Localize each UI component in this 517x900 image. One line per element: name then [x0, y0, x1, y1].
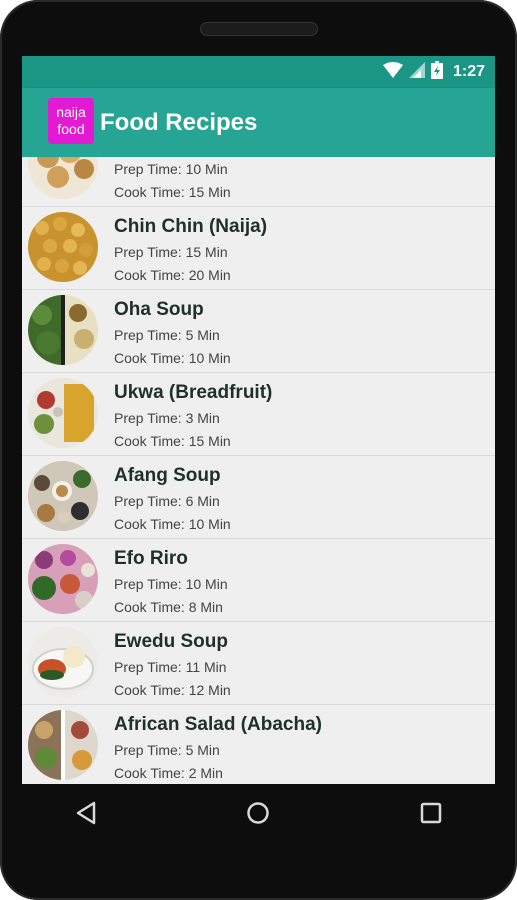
recipe-name: Chin Chin (Naija) [114, 216, 268, 237]
recipe-item[interactable]: Efo Riro Prep Time: 10 Min Cook Time: 8 … [22, 539, 495, 622]
recipe-name: Afang Soup [114, 465, 221, 486]
recipe-name: Ukwa (Breadfruit) [114, 382, 273, 403]
recipe-cook-time: Cook Time: 20 Min [114, 267, 231, 283]
recipe-thumbnail [28, 295, 98, 365]
status-bar: 1:27 [22, 56, 495, 88]
logo-line-1: naija [56, 104, 86, 120]
home-icon [246, 801, 270, 830]
recipe-cook-time: Cook Time: 10 Min [114, 516, 231, 532]
recipe-cook-time: Cook Time: 8 Min [114, 599, 223, 615]
recipe-name: African Salad (Abacha) [114, 714, 322, 735]
recipe-thumbnail [28, 378, 98, 448]
app-logo: naija food [48, 98, 94, 144]
recipe-name: Ewedu Soup [114, 631, 228, 652]
recipe-cook-time: Cook Time: 15 Min [114, 184, 231, 200]
recents-button[interactable] [401, 785, 461, 845]
battery-icon [430, 60, 443, 84]
recipe-prep-time: Prep Time: 6 Min [114, 493, 220, 509]
recipe-prep-time: Prep Time: 10 Min [114, 576, 228, 592]
recipe-cook-time: Cook Time: 12 Min [114, 682, 231, 698]
recipe-prep-time: Prep Time: 10 Min [114, 161, 228, 177]
back-button[interactable] [56, 785, 116, 845]
phone-frame: 1:27 naija food Food Recipes Prep Time: … [0, 0, 517, 900]
app-screen: 1:27 naija food Food Recipes Prep Time: … [22, 56, 495, 784]
recents-icon [420, 802, 442, 829]
recipe-item[interactable]: Afang Soup Prep Time: 6 Min Cook Time: 1… [22, 456, 495, 539]
signal-icon [408, 61, 425, 83]
recipe-thumbnail [28, 627, 98, 697]
back-icon [75, 801, 97, 830]
recipe-item[interactable]: Prep Time: 10 Min Cook Time: 15 Min [22, 157, 495, 207]
status-time: 1:27 [452, 63, 485, 80]
recipe-item[interactable]: African Salad (Abacha) Prep Time: 5 Min … [22, 705, 495, 784]
recipe-prep-time: Prep Time: 11 Min [114, 659, 227, 675]
phone-speaker [200, 22, 318, 36]
home-button[interactable] [228, 785, 288, 845]
recipe-thumbnail [28, 710, 98, 780]
app-bar: naija food Food Recipes [22, 88, 495, 157]
recipe-cook-time: Cook Time: 10 Min [114, 350, 231, 366]
recipe-cook-time: Cook Time: 15 Min [114, 433, 231, 449]
recipe-prep-time: Prep Time: 3 Min [114, 410, 220, 426]
recipe-thumbnail [28, 157, 98, 199]
app-title: Food Recipes [100, 109, 258, 136]
logo-line-2: food [57, 121, 85, 137]
recipe-thumbnail [28, 544, 98, 614]
recipe-prep-time: Prep Time: 5 Min [114, 742, 220, 758]
recipe-thumbnail [28, 212, 98, 282]
recipe-item[interactable]: Ukwa (Breadfruit) Prep Time: 3 Min Cook … [22, 373, 495, 456]
wifi-icon [382, 61, 403, 83]
recipe-item[interactable]: Oha Soup Prep Time: 5 Min Cook Time: 10 … [22, 290, 495, 373]
recipe-thumbnail [28, 461, 98, 531]
recipe-item[interactable]: Ewedu Soup Prep Time: 11 Min Cook Time: … [22, 622, 495, 705]
recipe-item[interactable]: Chin Chin (Naija) Prep Time: 15 Min Cook… [22, 207, 495, 290]
recipe-cook-time: Cook Time: 2 Min [114, 765, 223, 781]
recipe-list[interactable]: Prep Time: 10 Min Cook Time: 15 Min Chin… [22, 157, 495, 784]
recipe-prep-time: Prep Time: 15 Min [114, 244, 228, 260]
recipe-name: Oha Soup [114, 299, 204, 320]
navigation-bar [0, 784, 517, 846]
recipe-name: Efo Riro [114, 548, 188, 569]
recipe-prep-time: Prep Time: 5 Min [114, 327, 220, 343]
